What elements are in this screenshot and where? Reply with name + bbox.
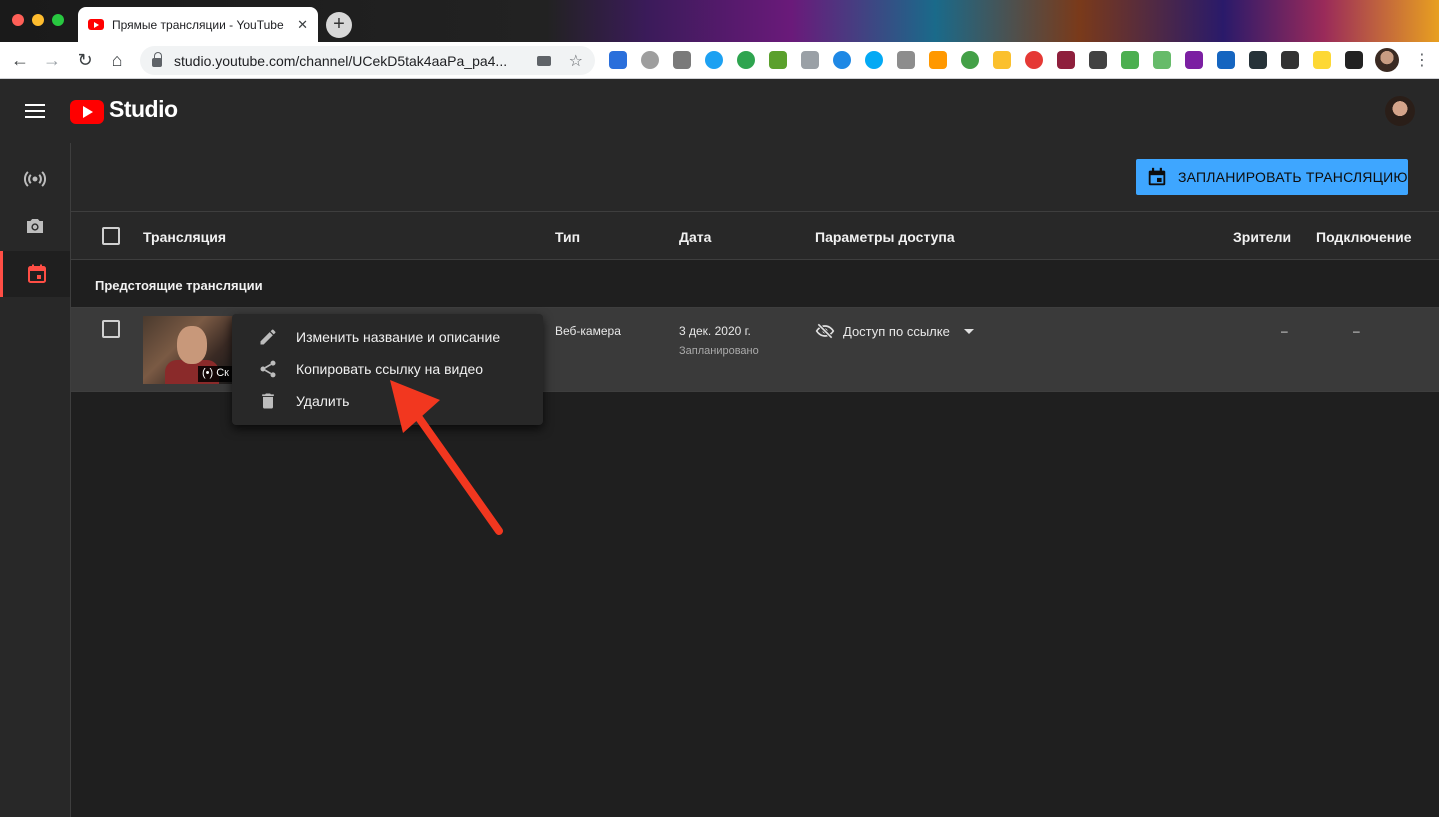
connection-value: –	[1353, 324, 1360, 338]
bookmark-star-icon[interactable]: ☆	[569, 51, 583, 71]
close-window-button[interactable]	[12, 14, 24, 26]
extension-icon[interactable]	[865, 51, 883, 69]
studio-header: Studio	[0, 79, 1439, 143]
browser-tab-active[interactable]: Прямые трансляции - YouTube ✕	[78, 7, 318, 42]
home-icon[interactable]: ⌂	[107, 50, 127, 70]
stream-date: 3 дек. 2020 г.	[679, 324, 751, 338]
browser-tab-strip: Прямые трансляции - YouTube ✕ +	[0, 0, 1439, 42]
select-all-checkbox[interactable]	[102, 227, 120, 245]
extension-icon[interactable]	[961, 51, 979, 69]
reload-icon[interactable]: ↻	[75, 50, 95, 70]
camera-icon	[27, 219, 43, 233]
broadcast-icon: (•)	[202, 367, 217, 379]
profile-avatar[interactable]	[1375, 48, 1399, 72]
youtube-logo-icon[interactable]	[70, 100, 104, 124]
column-connection[interactable]: Подключение	[1316, 229, 1412, 245]
extension-icon[interactable]	[929, 51, 947, 69]
tab-close-icon[interactable]: ✕	[297, 17, 308, 33]
column-type[interactable]: Тип	[555, 229, 580, 245]
extension-icon[interactable]	[1249, 51, 1267, 69]
calendar-icon	[1148, 167, 1166, 186]
column-stream[interactable]: Трансляция	[143, 229, 226, 245]
access-value: Доступ по ссылке	[843, 323, 950, 339]
menu-item-delete[interactable]: Удалить	[232, 385, 543, 417]
new-tab-button[interactable]: +	[326, 12, 352, 38]
extension-icon[interactable]	[993, 51, 1011, 69]
puzzle-extensions-icon[interactable]	[1345, 51, 1363, 69]
upcoming-section: Предстоящие трансляции	[71, 260, 1439, 308]
column-access[interactable]: Параметры доступа	[815, 229, 955, 245]
extension-icon[interactable]	[897, 51, 915, 69]
column-date[interactable]: Дата	[679, 229, 711, 245]
browser-menu-icon[interactable]: ⋮	[1414, 50, 1430, 70]
extension-icon[interactable]	[705, 51, 723, 69]
menu-item-copy-link[interactable]: Копировать ссылку на видео	[232, 353, 543, 385]
chevron-down-icon	[963, 328, 974, 334]
menu-item-label: Изменить название и описание	[296, 329, 501, 345]
sidebar-item-scheduled[interactable]	[0, 251, 70, 297]
context-menu: Изменить название и описание Копировать …	[232, 314, 543, 425]
minimize-window-button[interactable]	[32, 14, 44, 26]
extension-icon[interactable]	[1057, 51, 1075, 69]
pencil-icon	[258, 327, 278, 347]
extension-icon[interactable]	[1217, 51, 1235, 69]
extension-icon[interactable]	[1121, 51, 1139, 69]
stream-status: Запланировано	[679, 345, 759, 357]
zoom-window-button[interactable]	[52, 14, 64, 26]
hamburger-menu-icon[interactable]	[25, 104, 45, 118]
content-toolbar: ЗАПЛАНИРОВАТЬ ТРАНСЛЯЦИЮ	[71, 143, 1439, 212]
browser-toolbar: ← → ↻ ⌂ studio.youtube.com/channel/UCekD…	[0, 42, 1439, 79]
main-content: ЗАПЛАНИРОВАТЬ ТРАНСЛЯЦИЮ Трансляция Тип …	[71, 143, 1439, 817]
forward-icon[interactable]: →	[42, 50, 62, 70]
extension-icon[interactable]	[1281, 51, 1299, 69]
stream-thumbnail[interactable]: (•) Ск	[143, 316, 233, 384]
extension-icon[interactable]	[1153, 51, 1171, 69]
share-icon	[258, 359, 278, 379]
extension-icon[interactable]	[609, 51, 627, 69]
studio-brand[interactable]: Studio	[109, 96, 178, 123]
address-bar[interactable]: studio.youtube.com/channel/UCekD5tak4aaP…	[140, 46, 595, 75]
calendar-icon	[27, 264, 46, 283]
extension-icon[interactable]	[1089, 51, 1107, 69]
extension-icon[interactable]	[1025, 51, 1043, 69]
extension-icon[interactable]	[1313, 51, 1331, 69]
live-badge: (•) Ск	[198, 366, 233, 382]
extension-icon[interactable]	[641, 51, 659, 69]
sidebar-item-live[interactable]	[0, 156, 70, 202]
schedule-stream-button[interactable]: ЗАПЛАНИРОВАТЬ ТРАНСЛЯЦИЮ	[1136, 159, 1408, 195]
sidebar-item-camera[interactable]	[0, 203, 70, 249]
extension-icon[interactable]	[737, 51, 755, 69]
extension-icon[interactable]	[833, 51, 851, 69]
access-dropdown[interactable]: Доступ по ссылке	[815, 321, 974, 341]
sidebar	[0, 143, 71, 817]
trash-icon	[258, 391, 278, 411]
table-header: Трансляция Тип Дата Параметры доступа Зр…	[71, 212, 1439, 260]
eye-off-icon	[815, 323, 835, 339]
lock-icon	[152, 52, 162, 67]
extension-icon[interactable]	[801, 51, 819, 69]
extension-icon[interactable]	[1185, 51, 1203, 69]
stream-type: Веб-камера	[555, 324, 621, 338]
menu-item-edit-title[interactable]: Изменить название и описание	[232, 321, 543, 353]
url-text[interactable]: studio.youtube.com/channel/UCekD5tak4aaP…	[174, 53, 537, 69]
broadcast-icon	[23, 171, 47, 187]
row-checkbox[interactable]	[102, 320, 120, 338]
back-icon[interactable]: ←	[10, 50, 30, 70]
account-avatar[interactable]	[1385, 96, 1415, 126]
youtube-favicon-icon	[88, 19, 104, 30]
tab-title: Прямые трансляции - YouTube	[112, 17, 284, 32]
schedule-stream-label: ЗАПЛАНИРОВАТЬ ТРАНСЛЯЦИЮ	[1178, 169, 1408, 185]
menu-item-label: Копировать ссылку на видео	[296, 361, 484, 377]
extension-icon[interactable]	[673, 51, 691, 69]
column-viewers[interactable]: Зрители	[1233, 229, 1291, 245]
camera-permission-icon[interactable]	[536, 55, 551, 66]
viewers-value: –	[1281, 324, 1288, 338]
extension-icon[interactable]	[769, 51, 787, 69]
menu-item-label: Удалить	[296, 393, 350, 409]
section-title: Предстоящие трансляции	[95, 278, 263, 293]
